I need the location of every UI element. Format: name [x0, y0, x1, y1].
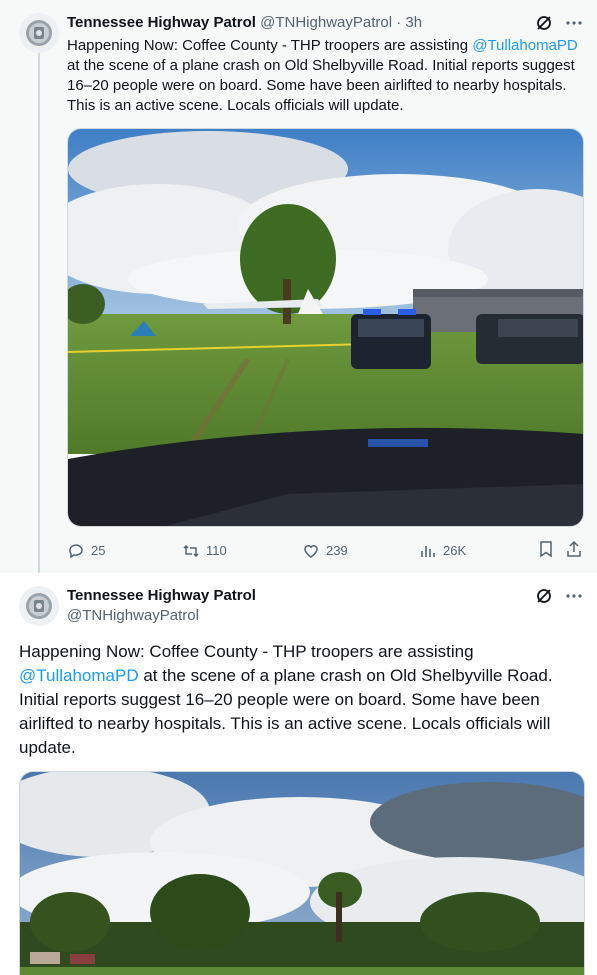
view-count: 26K: [443, 543, 467, 558]
views-chart-icon: [421, 546, 435, 557]
bookmark-button[interactable]: [537, 540, 555, 558]
tweet-text: Happening Now: Coffee County - THP troop…: [67, 36, 587, 116]
timestamp[interactable]: 3h: [405, 14, 422, 31]
mention-link[interactable]: @TullahomaPD: [472, 37, 578, 54]
author-name[interactable]: Tennessee Highway Patrol: [67, 14, 256, 31]
views-button[interactable]: 26K: [419, 540, 466, 562]
reply-icon: [69, 544, 83, 559]
repost-icon: [183, 544, 199, 558]
author-name[interactable]: Tennessee Highway Patrol: [67, 586, 256, 606]
author-handle[interactable]: @TNHighwayPatrol: [67, 606, 199, 626]
tweet-tools: [535, 587, 583, 605]
tweet-text: Happening Now: Coffee County - THP troop…: [19, 640, 584, 760]
avatar[interactable]: [19, 586, 59, 626]
share-button[interactable]: [565, 540, 583, 558]
author-handle[interactable]: @TNHighwayPatrol: [260, 14, 392, 31]
reply-count: 25: [91, 543, 106, 558]
mention-link[interactable]: @TullahomaPD: [19, 666, 139, 685]
tweet-actions: 25 110 239 26K: [67, 540, 587, 562]
more-icon[interactable]: [565, 14, 583, 32]
like-button[interactable]: 239: [302, 540, 348, 562]
grok-icon[interactable]: [535, 587, 553, 605]
like-count: 239: [326, 543, 348, 558]
tweet-text-part-2: at the scene of a plane crash on Old She…: [67, 57, 575, 114]
repost-button[interactable]: 110: [182, 540, 227, 562]
reply-button[interactable]: 25: [67, 540, 105, 562]
badge-icon: [26, 20, 52, 46]
field-scene-photo: [20, 772, 584, 975]
tweet-header: Tennessee Highway Patrol @TNHighwayPatro…: [67, 14, 422, 32]
grok-icon[interactable]: [535, 14, 553, 32]
separator-dot: ·: [396, 14, 402, 31]
tweet-2[interactable]: Tennessee Highway Patrol @TNHighwayPatro…: [0, 573, 597, 975]
crash-scene-photo: [68, 129, 583, 526]
tweet-photo[interactable]: [19, 771, 585, 975]
bookmark-icon: [540, 541, 552, 558]
tweet-text-part-1: Happening Now: Coffee County - THP troop…: [67, 37, 469, 54]
badge-icon: [26, 593, 52, 619]
tweet-text-part-1: Happening Now: Coffee County - THP troop…: [19, 642, 474, 661]
more-icon[interactable]: [565, 587, 583, 605]
repost-count: 110: [206, 543, 227, 558]
thread-connector-line: [38, 52, 40, 580]
avatar[interactable]: [19, 13, 59, 53]
share-icon: [567, 540, 581, 557]
tweet-tools: [535, 14, 583, 32]
tweet-1[interactable]: Tennessee Highway Patrol @TNHighwayPatro…: [0, 0, 597, 580]
tweet-photo[interactable]: [67, 128, 584, 527]
heart-icon: [304, 545, 318, 558]
